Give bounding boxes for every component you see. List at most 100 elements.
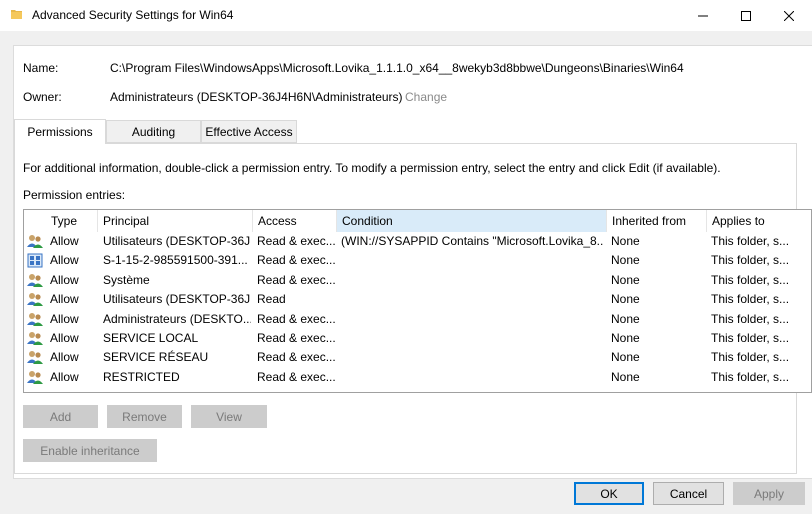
cell-principal: Utilisateurs (DESKTOP-36J... (103, 234, 251, 248)
cell-type: Allow (50, 369, 79, 384)
column-header-type[interactable]: Type (46, 210, 98, 232)
cell-access: Read & exec... (257, 234, 335, 248)
cell-condition (341, 290, 603, 309)
cell-access: Read & exec... (257, 311, 335, 326)
cell-type: Allow (50, 350, 79, 365)
users-icon (27, 312, 43, 327)
column-header-principal[interactable]: Principal (98, 210, 253, 232)
cell-principal: Administrateurs (DESKTO... (103, 311, 251, 326)
cell-applies: This folder, s... (711, 272, 790, 287)
tab-permissions[interactable]: Permissions (14, 119, 106, 144)
maximize-button[interactable] (723, 0, 769, 31)
table-row[interactable]: Allow SERVICE RÉSEAU Read & exec... None Thi… (24, 348, 811, 367)
cancel-button[interactable]: Cancel (653, 482, 724, 505)
cell-access: Read & exec... (257, 253, 335, 268)
table-row[interactable]: Allow Système Read & exec... None This folde… (24, 271, 811, 290)
view-button[interactable]: View (191, 405, 267, 428)
users-icon (27, 292, 43, 307)
cell-condition (341, 271, 603, 290)
permission-entries-table[interactable]: Type Principal Access Condition Inherite… (23, 209, 812, 393)
permission-entries-label: Permission entries: (23, 188, 126, 202)
cell-type: Allow (50, 292, 79, 307)
cell-principal: Système (103, 272, 150, 287)
users-icon (27, 331, 43, 346)
cell-access: Read (257, 292, 286, 307)
cell-inherited: None (611, 350, 640, 365)
change-owner-link[interactable]: Change (405, 90, 447, 104)
table-row[interactable]: Allow Utilisateurs (DESKTOP-36J... Read Non… (24, 290, 811, 309)
cell-applies: This folder, s... (711, 253, 790, 268)
folder-icon (11, 10, 22, 19)
table-row[interactable]: Allow SERVICE LOCAL Read & exec... None This… (24, 329, 811, 348)
cell-applies: This folder, s... (711, 234, 790, 248)
cell-principal: Utilisateurs (DESKTOP-36J... (103, 292, 251, 307)
table-row[interactable]: Allow RESTRICTED Read & exec... None This fo… (24, 368, 811, 387)
title-bar: Advanced Security Settings for Win64 (0, 0, 812, 31)
cell-condition: (WIN://SYSAPPID Contains "Microsoft.Lovi… (341, 234, 603, 248)
tab-permissions-label: Permissions (27, 125, 93, 139)
tab-effective-access-label: Effective Access (205, 124, 293, 139)
table-row[interactable]: Allow S-1-15-2-985591500-391... Read & exe… (24, 251, 811, 270)
ok-button[interactable]: OK (574, 482, 644, 505)
cell-applies: This folder, s... (711, 331, 790, 345)
tab-auditing-label: Auditing (131, 124, 176, 139)
cell-principal: S-1-15-2-985591500-391... (103, 253, 248, 268)
cell-principal: RESTRICTED (103, 369, 180, 384)
name-label: Name: (23, 61, 59, 75)
cell-inherited: None (611, 311, 640, 326)
cell-type: Allow (50, 311, 79, 326)
column-header-condition[interactable]: Condition (337, 210, 607, 232)
owner-value: Administrateurs (DESKTOP-36J4H6N\Adminis… (110, 90, 403, 104)
remove-button[interactable]: Remove (107, 405, 182, 428)
maximize-icon (741, 10, 751, 21)
cell-applies: This folder, s... (711, 369, 790, 384)
users-icon (27, 273, 43, 288)
cell-condition (341, 368, 603, 387)
add-button[interactable]: Add (23, 405, 98, 428)
cell-access: Read & exec... (257, 350, 335, 365)
close-icon (784, 10, 794, 21)
cell-inherited: None (611, 253, 640, 268)
cell-principal: SERVICE RÉSEAU (103, 350, 209, 365)
minimize-button[interactable] (680, 0, 726, 31)
info-text: For additional information, double-click… (23, 161, 721, 175)
cell-condition (341, 329, 603, 348)
apply-button[interactable]: Apply (733, 482, 805, 505)
users-icon (27, 234, 43, 249)
column-header-inherited-from[interactable]: Inherited from (607, 210, 707, 232)
column-header-access[interactable]: Access (253, 210, 337, 232)
cell-applies: This folder, s... (711, 292, 790, 307)
cell-condition (341, 310, 603, 329)
name-value: C:\Program Files\WindowsApps\Microsoft.L… (110, 61, 684, 75)
window-title: Advanced Security Settings for Win64 (32, 8, 234, 22)
tab-auditing[interactable]: Auditing (106, 120, 201, 143)
cell-type: Allow (50, 331, 79, 345)
tab-effective-access[interactable]: Effective Access (201, 120, 297, 143)
cell-condition (341, 348, 603, 367)
cell-inherited: None (611, 369, 640, 384)
users-icon (27, 350, 43, 365)
cell-type: Allow (50, 272, 79, 287)
table-row[interactable]: Allow Administrateurs (DESKTO... Read & ex… (24, 310, 811, 329)
cell-access: Read & exec... (257, 272, 335, 287)
cell-applies: This folder, s... (711, 350, 790, 365)
cell-access: Read & exec... (257, 369, 335, 384)
table-row[interactable]: Allow Utilisateurs (DESKTOP-36J... Read & … (24, 232, 811, 251)
cell-inherited: None (611, 272, 640, 287)
users-icon (27, 370, 43, 385)
close-button[interactable] (766, 0, 812, 31)
cell-type: Allow (50, 234, 79, 248)
cell-inherited: None (611, 292, 640, 307)
package-sid-icon (27, 253, 43, 268)
cell-applies: This folder, s... (711, 311, 790, 326)
cell-inherited: None (611, 331, 640, 345)
minimize-icon (698, 15, 708, 16)
cell-principal: SERVICE LOCAL (103, 331, 199, 345)
table-header: Type Principal Access Condition Inherite… (24, 210, 811, 232)
cell-inherited: None (611, 234, 640, 248)
cell-type: Allow (50, 253, 79, 268)
owner-label: Owner: (23, 90, 62, 104)
enable-inheritance-button[interactable]: Enable inheritance (23, 439, 157, 462)
column-header-applies-to[interactable]: Applies to (707, 210, 811, 232)
cell-access: Read & exec... (257, 331, 335, 345)
